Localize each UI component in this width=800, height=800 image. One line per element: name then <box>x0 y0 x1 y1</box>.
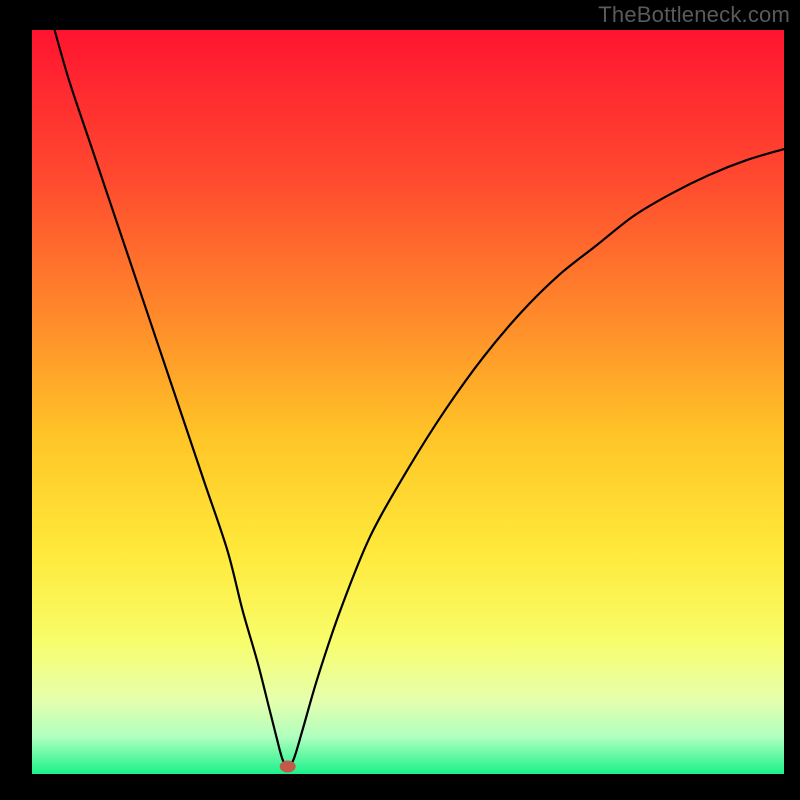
minimum-marker <box>280 761 296 773</box>
bottleneck-chart <box>0 0 800 800</box>
plot-background <box>32 30 784 774</box>
chart-frame: TheBottleneck.com <box>0 0 800 800</box>
